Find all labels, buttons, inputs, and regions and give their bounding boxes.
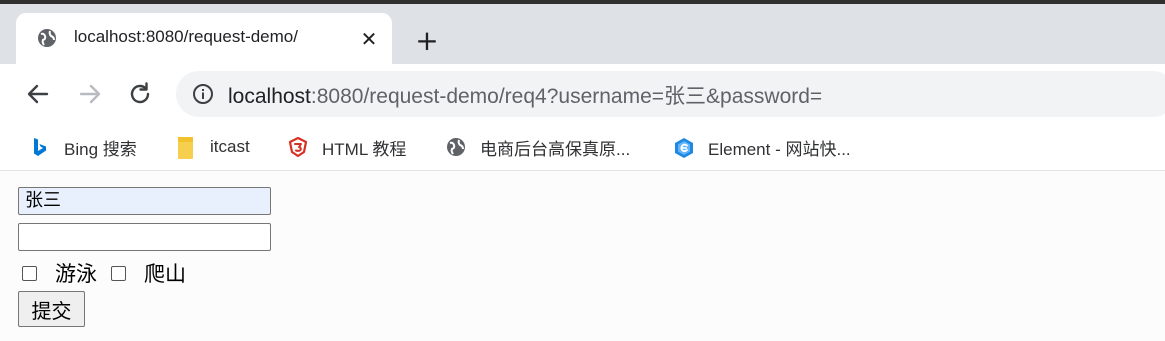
password-input[interactable] (18, 223, 271, 251)
hobby-checkboxes: 游泳 爬山 (22, 259, 200, 287)
tab-strip: localhost:8080/request-demo/ ✕ + (0, 4, 1165, 64)
bookmark-bing[interactable]: Bing 搜索 (30, 133, 137, 161)
climbing-checkbox[interactable] (111, 265, 126, 281)
climbing-label: 爬山 (144, 262, 186, 286)
tab-title: localhost:8080/request-demo/ (74, 27, 298, 46)
arrow-left-icon (27, 84, 49, 104)
forward-button[interactable] (72, 76, 108, 112)
bookmark-ecommerce[interactable]: 电商后台高保真原... (446, 133, 630, 161)
globe-icon (446, 137, 466, 157)
address-bar[interactable]: localhost:8080/request-demo/req4?usernam… (176, 71, 1165, 117)
bookmark-element[interactable]: Element - 网站快... (674, 133, 851, 161)
reload-button[interactable] (122, 76, 158, 112)
bing-icon (30, 137, 50, 157)
reload-icon (130, 82, 150, 104)
swimming-checkbox[interactable] (22, 265, 37, 281)
back-button[interactable] (20, 76, 56, 112)
active-tab[interactable]: localhost:8080/request-demo/ ✕ (16, 13, 392, 64)
swimming-label: 游泳 (55, 262, 97, 286)
bookmark-html-tutorial[interactable]: HTML 教程 (288, 133, 406, 161)
url-text[interactable]: localhost:8080/request-demo/req4?usernam… (228, 80, 822, 110)
bookmarks-bar: Bing 搜索 itcast HTML 教程 电商后台高保真原... Eleme… (0, 124, 1165, 171)
close-tab-icon[interactable]: ✕ (356, 26, 382, 52)
url-host: localhost (228, 85, 311, 108)
arrow-right-icon (79, 84, 101, 104)
info-icon[interactable] (192, 83, 214, 105)
username-input[interactable]: 张三 (18, 187, 271, 215)
page-content: 张三 游泳 爬山 提交 (0, 171, 1165, 341)
html-tutorial-icon (288, 136, 308, 158)
submit-button[interactable]: 提交 (18, 291, 85, 327)
globe-icon (37, 28, 57, 48)
folder-icon (176, 137, 196, 159)
element-icon (674, 137, 694, 158)
url-path: :8080/request-demo/req4?username=张三&pass… (310, 85, 823, 108)
browser-toolbar: localhost:8080/request-demo/req4?usernam… (0, 64, 1165, 124)
new-tab-button[interactable]: + (410, 25, 444, 59)
bookmark-itcast[interactable]: itcast (176, 133, 250, 161)
